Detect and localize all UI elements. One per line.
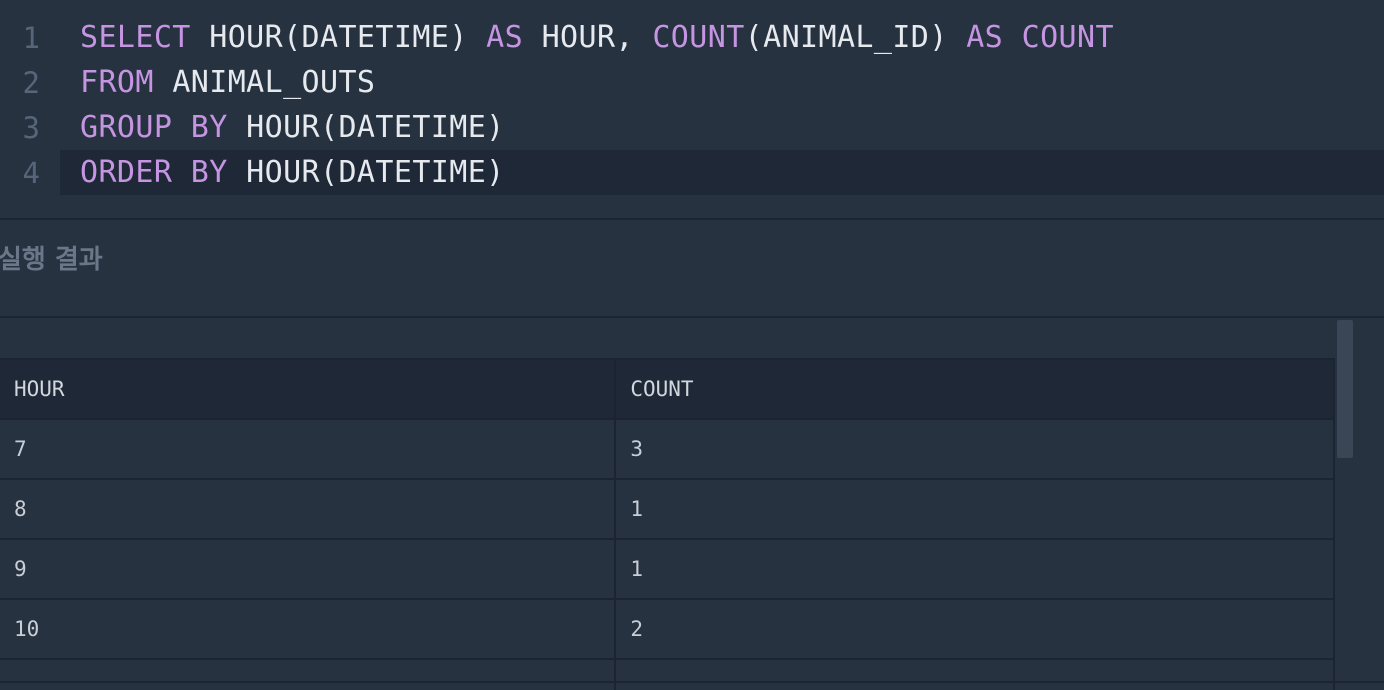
line-number: 3: [22, 111, 40, 145]
table-row: 9 1: [0, 538, 1335, 600]
sql-token: ANIMAL_OUTS: [153, 65, 376, 100]
sql-token: HOUR(DATETIME): [227, 110, 505, 145]
bottom-divider: [0, 681, 1384, 683]
cell-count: 2: [615, 598, 1335, 660]
results-header: 실행 결과: [0, 220, 1384, 316]
column-header-hour[interactable]: HOUR: [0, 358, 617, 420]
sql-keyword: COUNT: [652, 20, 745, 55]
cell-hour: 7: [0, 418, 617, 480]
results-table-area: HOUR COUNT 7 3 8 1 9 1 10 2: [0, 318, 1335, 690]
line-number: 1: [22, 21, 40, 55]
sql-token: HOUR,: [523, 20, 653, 55]
results-title: 실행 결과: [0, 245, 103, 275]
code-text[interactable]: SELECT HOUR(DATETIME) AS HOUR, COUNT(ANI…: [80, 22, 1114, 54]
code-line[interactable]: 1 SELECT HOUR(DATETIME) AS HOUR, COUNT(AN…: [0, 15, 1384, 60]
cell-count: 3: [615, 418, 1335, 480]
cell-count: [615, 658, 1335, 690]
results-table: HOUR COUNT 7 3 8 1 9 1 10 2: [0, 358, 1335, 690]
cell-hour: [0, 658, 617, 690]
line-number: 2: [22, 66, 40, 100]
sql-token: HOUR(DATETIME): [190, 20, 487, 55]
cell-hour: 10: [0, 598, 617, 660]
code-line[interactable]: 4 ORDER BY HOUR(DATETIME): [0, 150, 1384, 195]
cell-hour: 9: [0, 538, 617, 600]
sql-keyword: COUNT: [1021, 20, 1114, 55]
code-text[interactable]: ORDER BY HOUR(DATETIME): [80, 157, 505, 189]
code-text[interactable]: GROUP BY HOUR(DATETIME): [80, 112, 505, 144]
sql-editor[interactable]: 1 SELECT HOUR(DATETIME) AS HOUR, COUNT(AN…: [0, 0, 1384, 218]
table-row: 7 3: [0, 418, 1335, 480]
line-number: 4: [22, 156, 40, 190]
cell-count: 1: [615, 478, 1335, 540]
table-row: 10 2: [0, 598, 1335, 660]
cell-hour: 8: [0, 478, 617, 540]
results-scrollbar-thumb[interactable]: [1337, 320, 1353, 458]
sql-keyword: AS: [966, 20, 1004, 55]
table-row: [0, 658, 1335, 690]
code-line[interactable]: 2 FROM ANIMAL_OUTS: [0, 60, 1384, 105]
table-header-row: HOUR COUNT: [0, 358, 1335, 420]
cell-count: 1: [615, 538, 1335, 600]
code-line[interactable]: 3 GROUP BY HOUR(DATETIME): [0, 105, 1384, 150]
sql-keyword: SELECT: [80, 20, 191, 55]
sql-keyword: ORDER BY: [80, 155, 228, 190]
sql-keyword: GROUP BY: [80, 110, 228, 145]
table-row: 8 1: [0, 478, 1335, 540]
code-text[interactable]: FROM ANIMAL_OUTS: [80, 67, 375, 99]
column-header-count[interactable]: COUNT: [615, 358, 1335, 420]
sql-token: HOUR(DATETIME): [227, 155, 505, 190]
sql-keyword: AS: [486, 20, 524, 55]
sql-keyword: FROM: [80, 65, 154, 100]
sql-token: (ANIMAL_ID): [744, 20, 967, 55]
